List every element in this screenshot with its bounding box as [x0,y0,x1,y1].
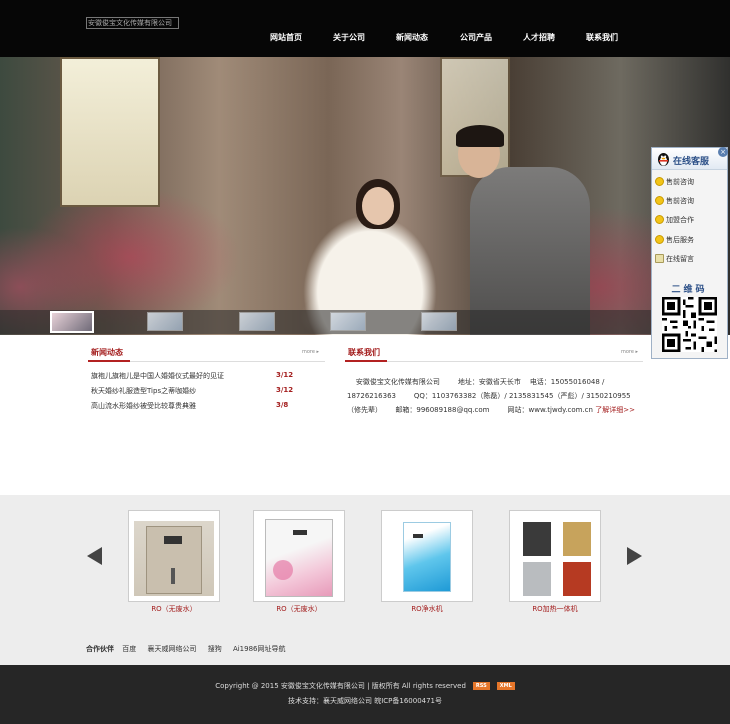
contact-address: 地址：安徽省天长市 [457,378,521,386]
product-card[interactable] [128,510,220,602]
qq-panel-title: 在线客服 [673,157,710,167]
products-prev-arrow[interactable] [87,547,102,565]
product-caption[interactable]: RO净水机 [381,604,473,614]
qq-item-franchise[interactable]: 加盟合作 [655,215,694,225]
smiley-icon [655,235,664,244]
header: 安徽俊宝文化传媒有限公司 网站首页 关于公司 新闻动态 公司产品 人才招聘 联系… [0,0,730,57]
product-image [259,516,339,597]
xml-badge[interactable]: XML [496,682,515,690]
hero-banner [0,57,730,335]
smiley-icon [655,177,664,186]
news-date: 3/8 [276,401,289,409]
nav-products[interactable]: 公司产品 [460,32,492,43]
product-image [387,516,467,596]
smiley-icon [655,196,664,205]
note-icon [655,254,664,263]
banner-bride-face [362,187,394,225]
qq-item-aftersale[interactable]: 售后服务 [655,235,694,245]
product-image [134,516,214,596]
rss-badge[interactable]: RSS [472,682,490,690]
banner-groom-hair [456,125,504,147]
product-card[interactable] [509,510,601,602]
news-divider [88,360,325,362]
contact-email: 邮箱：996089188@qq.com [395,406,490,414]
nav-home[interactable]: 网站首页 [270,32,302,43]
news-date: 3/12 [276,371,294,379]
footer-copyright: Copyright @ 2015 安徽俊宝文化传媒有限公司 | 版权所有 All… [215,682,466,690]
slide-thumb-3[interactable] [239,312,275,331]
qr-title: 二维码 [671,285,708,295]
news-item[interactable]: 秋天婚纱礼服造型Tips之蒂咖婚纱 [91,386,291,396]
partners-label: 合作伙伴 [86,645,114,653]
product-image [515,516,595,596]
smiley-icon [655,215,664,224]
nav-news[interactable]: 新闻动态 [396,32,428,43]
logo[interactable]: 安徽俊宝文化传媒有限公司 [86,17,179,29]
products-band [0,495,730,665]
product-caption[interactable]: RO（无废水） [253,604,345,614]
nav-about[interactable]: 关于公司 [333,32,365,43]
slide-thumb-1[interactable] [50,311,94,333]
contact-divider [345,360,643,362]
qq-penguin-icon [658,153,669,166]
banner-window [60,57,160,207]
product-caption[interactable]: RO（无废水） [128,604,220,614]
contact-website: 网站：www.tjwdy.com.cn [507,406,593,414]
news-more-link[interactable]: more ▸ [302,349,319,355]
product-card[interactable] [253,510,345,602]
qq-item-presale[interactable]: 售前咨询 [655,177,694,187]
product-card[interactable] [381,510,473,602]
news-section-title: 新闻动态 [91,348,123,357]
contact-info: 安徽俊宝文化传媒有限公司 地址：安徽省天长市 电话：15055016048 / 1… [347,375,643,417]
news-date: 3/12 [276,386,294,394]
slide-thumb-2[interactable] [147,312,183,331]
partner-link[interactable]: Ai1986网址导航 [233,645,286,653]
nav-jobs[interactable]: 人才招聘 [523,32,555,43]
qr-code-icon [662,297,717,352]
news-item[interactable]: 旗袍儿旗袍儿是中国人婚婚仪式最好的见证 [91,371,291,381]
qq-close-icon[interactable]: × [718,147,728,157]
qq-service-panel: 在线客服 × 售前咨询 售前咨询 加盟合作 售后服务 在线留言 二维码 [651,147,728,359]
slide-thumb-5[interactable] [421,312,457,331]
partner-link[interactable]: 百度 [122,645,136,653]
qq-panel-header: 在线客服 [652,148,727,170]
partners-bar: 合作伙伴 百度 襄天威网络公司 搜狗 Ai1986网址导航 [86,644,295,654]
contact-section-title: 联系我们 [348,348,380,357]
footer-support: 技术支持：襄天威网络公司 皖ICP备16000471号 [287,697,443,705]
news-item[interactable]: 高山流水形婚纱被受比较尊贵典雅 [91,401,291,411]
contact-detail-link[interactable]: 了解详细>> [595,406,635,414]
slide-thumb-4[interactable] [330,312,366,331]
nav-contact[interactable]: 联系我们 [586,32,618,43]
partner-link[interactable]: 襄天威网络公司 [147,645,196,653]
qq-item-presale-2[interactable]: 售前咨询 [655,196,694,206]
product-caption[interactable]: RO加热一体机 [509,604,601,614]
slide-thumbnail-bar [0,310,730,334]
qq-item-message[interactable]: 在线留言 [655,254,694,264]
footer: Copyright @ 2015 安徽俊宝文化传媒有限公司 | 版权所有 All… [0,665,730,724]
contact-company: 安徽俊宝文化传媒有限公司 [355,378,440,386]
products-next-arrow[interactable] [627,547,642,565]
partner-link[interactable]: 搜狗 [208,645,222,653]
contact-more-link[interactable]: more ▸ [621,349,638,355]
footer-copyright-line: Copyright @ 2015 安徽俊宝文化传媒有限公司 | 版权所有 All… [0,681,730,691]
